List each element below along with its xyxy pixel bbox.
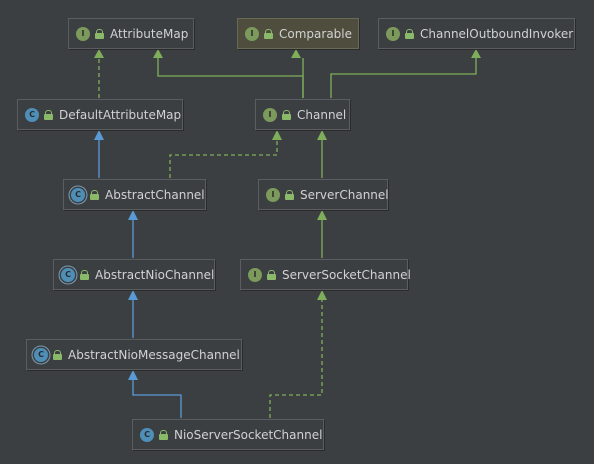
edge-nioserversocketchannel-abstractniomessagechannel [128, 370, 182, 418]
node-abstractchannel[interactable]: C AbstractChannel [63, 179, 206, 210]
lock-icon [159, 429, 168, 440]
edge-channel-channeloutboundinvoker [330, 49, 481, 98]
edge-channel-attributemap [153, 49, 304, 98]
edge-serverchannel-channel [317, 130, 327, 178]
node-serverchannel[interactable]: I ServerChannel [258, 179, 389, 210]
lock-icon [267, 269, 276, 280]
lock-icon [282, 109, 291, 120]
abstract-class-icon: C [34, 347, 48, 362]
lock-icon [95, 28, 104, 39]
node-label: Comparable [279, 26, 353, 41]
abstract-class-icon: C [61, 267, 75, 282]
node-label: DefaultAttributeMap [59, 107, 182, 122]
edge-defaultattributemap-attributemap [94, 49, 104, 98]
node-label: ServerChannel [300, 187, 389, 202]
edge-abstractniochannel-abstractchannel [128, 210, 138, 258]
lock-icon [44, 109, 53, 120]
interface-icon: I [245, 26, 259, 41]
edge-nioserversocketchannel-serversocketchannel [269, 290, 327, 418]
diagram-canvas [94, 49, 481, 418]
interface-icon: I [263, 107, 277, 122]
abstract-class-icon: C [71, 187, 85, 202]
class-icon: C [25, 107, 39, 122]
edge-serversocketchannel-serverchannel [317, 210, 327, 258]
class-icon: C [140, 427, 154, 442]
node-abstractniomessagechannel[interactable]: C AbstractNioMessageChannel [26, 339, 242, 370]
lock-icon [264, 28, 273, 39]
lock-icon [53, 349, 62, 360]
edge-channel-comparable [291, 49, 304, 98]
node-label: AttributeMap [110, 26, 189, 41]
interface-icon: I [386, 26, 400, 41]
node-label: ServerSocketChannel [282, 267, 411, 282]
edge-abstractchannel-defaultattributemap [94, 130, 104, 178]
node-label: AbstractNioChannel [95, 267, 215, 282]
node-label: AbstractNioMessageChannel [68, 347, 240, 362]
node-label: AbstractChannel [105, 187, 205, 202]
lock-icon [80, 269, 89, 280]
node-serversocketchannel[interactable]: I ServerSocketChannel [240, 259, 411, 290]
node-label: ChannelOutboundInvoker [420, 26, 574, 41]
interface-icon: I [248, 267, 262, 282]
edge-abstractchannel-channel [169, 130, 282, 178]
node-channel[interactable]: I Channel [255, 99, 350, 130]
node-nioserversocketchannel[interactable]: C NioServerSocketChannel [132, 419, 324, 450]
lock-icon [90, 189, 99, 200]
node-label: Channel [297, 107, 347, 122]
node-comparable[interactable]: I Comparable [237, 18, 359, 49]
interface-icon: I [266, 187, 280, 202]
lock-icon [405, 28, 414, 39]
node-label: NioServerSocketChannel [174, 427, 323, 442]
node-defaultattributemap[interactable]: C DefaultAttributeMap [17, 99, 183, 130]
node-attributemap[interactable]: I AttributeMap [68, 18, 194, 49]
node-abstractniochannel[interactable]: C AbstractNioChannel [53, 259, 215, 290]
interface-icon: I [76, 26, 90, 41]
edge-abstractniomessagechannel-abstractniochannel [128, 290, 138, 338]
lock-icon [285, 189, 294, 200]
node-channeloutboundinvoker[interactable]: I ChannelOutboundInvoker [378, 18, 575, 49]
